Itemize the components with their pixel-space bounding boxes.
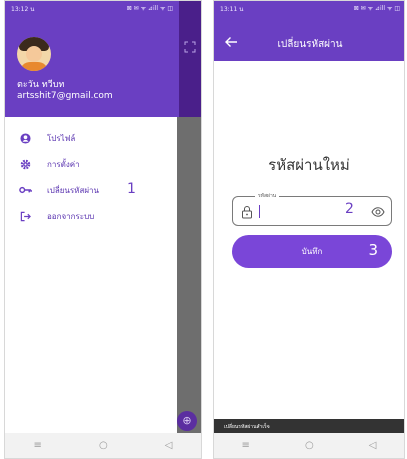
step-marker-3: 3 bbox=[368, 241, 378, 259]
status-time: 13:11 น bbox=[220, 6, 244, 13]
account-circle-icon bbox=[17, 131, 33, 145]
scrim-appbar bbox=[177, 1, 201, 117]
app-bar: 13:11 น ⊠ ✉ ᯤ ⊿ill ᯤ ◫ เปลี่ยนรหัสผ่าน bbox=[214, 1, 404, 61]
home-button[interactable]: ○ bbox=[305, 440, 314, 451]
menu-item-logout[interactable]: ออกจากระบบ bbox=[5, 203, 179, 229]
status-time: 13:12 น bbox=[11, 6, 35, 13]
step-marker-2: 2 bbox=[345, 201, 354, 217]
status-indicators: ⊠ ✉ ᯤ ⊿ill ᯤ ◫ bbox=[126, 5, 173, 12]
avatar-shirt bbox=[20, 62, 48, 71]
key-icon bbox=[17, 183, 33, 197]
text-cursor bbox=[259, 205, 260, 218]
eye-icon[interactable] bbox=[371, 206, 385, 218]
avatar[interactable] bbox=[17, 37, 51, 71]
status-bar: 13:11 น ⊠ ✉ ᯤ ⊿ill ᯤ ◫ bbox=[220, 4, 400, 14]
new-password-heading: รหัสผ่านใหม่ bbox=[268, 156, 350, 174]
password-input[interactable]: รหัสผ่าน 2 bbox=[232, 191, 392, 226]
system-nav-bar: ≡ ○ ◁ bbox=[214, 433, 404, 458]
menu-item-label: เปลี่ยนรหัสผ่าน bbox=[47, 185, 99, 195]
status-bar: 13:12 น ⊠ ✉ ᯤ ⊿ill ᯤ ◫ bbox=[11, 4, 173, 14]
drawer-menu: โปรไฟล์ การตั้งค่า เปลี่ยนรหัสผ่าน 1 ออก… bbox=[5, 125, 179, 229]
password-field-label: รหัสผ่าน bbox=[255, 191, 280, 201]
page-title: เปลี่ยนรหัสผ่าน bbox=[277, 39, 343, 50]
floating-action-button[interactable]: ⊕ bbox=[177, 411, 197, 431]
step-marker-1: 1 bbox=[127, 181, 136, 197]
user-name: ตะวัน ทวีบท bbox=[17, 80, 65, 90]
gear-icon bbox=[17, 157, 33, 171]
menu-item-change-password[interactable]: เปลี่ยนรหัสผ่าน 1 bbox=[5, 177, 179, 203]
lock-icon bbox=[242, 206, 252, 219]
recent-apps-button[interactable]: ≡ bbox=[34, 440, 42, 451]
save-button[interactable]: บันทึก 3 bbox=[232, 235, 392, 268]
home-button[interactable]: ○ bbox=[99, 440, 108, 451]
recent-apps-button[interactable]: ≡ bbox=[242, 440, 250, 451]
status-indicators: ⊠ ✉ ᯤ ⊿ill ᯤ ◫ bbox=[353, 5, 400, 12]
right-phone-screen: 13:11 น ⊠ ✉ ᯤ ⊿ill ᯤ ◫ เปลี่ยนรหัสผ่าน ร… bbox=[213, 0, 405, 459]
user-email: artsshit7@gmail.com bbox=[17, 91, 113, 101]
menu-item-settings[interactable]: การตั้งค่า bbox=[5, 151, 179, 177]
avatar-face bbox=[26, 46, 42, 62]
menu-item-label: โปรไฟล์ bbox=[47, 133, 76, 143]
menu-item-label: ออกจากระบบ bbox=[47, 211, 95, 221]
menu-item-label: การตั้งค่า bbox=[47, 159, 80, 169]
menu-item-profile[interactable]: โปรไฟล์ bbox=[5, 125, 179, 151]
system-nav-bar: ≡ ○ ◁ bbox=[5, 433, 201, 458]
left-phone-screen: ⊕ 13:12 น ⊠ ✉ ᯤ ⊿ill ᯤ ◫ ตะวัน ทวีบท art… bbox=[4, 0, 202, 459]
qr-scan-icon bbox=[184, 41, 196, 53]
logout-icon bbox=[17, 209, 33, 223]
back-button[interactable]: ◁ bbox=[369, 440, 377, 451]
back-button[interactable]: ◁ bbox=[165, 440, 173, 451]
drawer-header: 13:12 น ⊠ ✉ ᯤ ⊿ill ᯤ ◫ ตะวัน ทวีบท artss… bbox=[5, 1, 179, 117]
